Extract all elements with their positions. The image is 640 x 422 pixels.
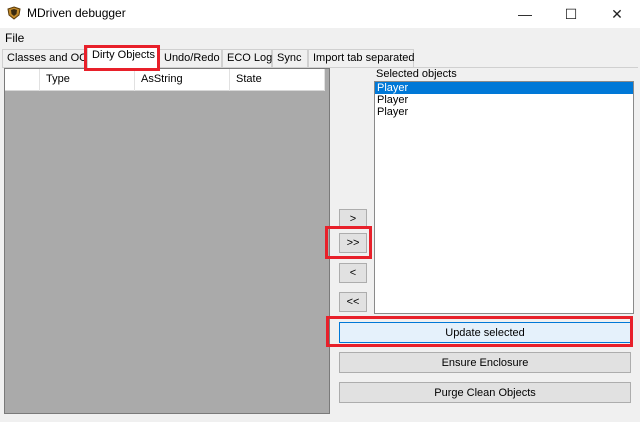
purge-clean-objects-button[interactable]: Purge Clean Objects	[339, 382, 631, 403]
column-type[interactable]: Type	[40, 69, 135, 91]
ensure-enclosure-button[interactable]: Ensure Enclosure	[339, 352, 631, 373]
grid-header: Type AsString State	[5, 69, 325, 91]
move-all-button[interactable]: >>	[339, 233, 367, 253]
column-state[interactable]: State	[230, 69, 325, 91]
dirty-objects-grid[interactable]: Type AsString State	[4, 68, 330, 414]
list-item[interactable]: Player	[375, 94, 633, 106]
remove-one-button[interactable]: <	[339, 263, 367, 283]
selected-objects-list[interactable]: Player Player Player	[374, 81, 634, 314]
list-item[interactable]: Player	[375, 82, 633, 94]
tab-import-tab-separated[interactable]: Import tab separated	[308, 49, 415, 68]
list-item[interactable]: Player	[375, 106, 633, 118]
close-button[interactable]: ✕	[594, 0, 640, 28]
column-asstring[interactable]: AsString	[135, 69, 230, 91]
update-selected-button[interactable]: Update selected	[339, 322, 631, 343]
tab-classes-and-ocl[interactable]: Classes and OCL	[2, 49, 93, 68]
menu-bar: File	[0, 28, 640, 48]
tab-undo-redo[interactable]: Undo/Redo	[159, 49, 222, 68]
maximize-button[interactable]: ☐	[548, 0, 594, 28]
move-one-button[interactable]: >	[339, 209, 367, 229]
remove-all-button[interactable]: <<	[339, 292, 367, 312]
window-title: MDriven debugger	[27, 6, 126, 20]
menu-file[interactable]: File	[5, 31, 24, 45]
app-shield-icon	[7, 6, 21, 20]
title-bar: MDriven debugger — ☐ ✕	[0, 0, 640, 28]
tab-dirty-objects[interactable]: Dirty Objects	[87, 46, 159, 68]
tab-eco-log[interactable]: ECO Log	[222, 49, 272, 68]
tab-sync[interactable]: Sync	[272, 49, 308, 68]
selected-objects-label: Selected objects	[376, 68, 457, 80]
row-header-cell	[5, 69, 40, 91]
minimize-button[interactable]: —	[502, 0, 548, 28]
